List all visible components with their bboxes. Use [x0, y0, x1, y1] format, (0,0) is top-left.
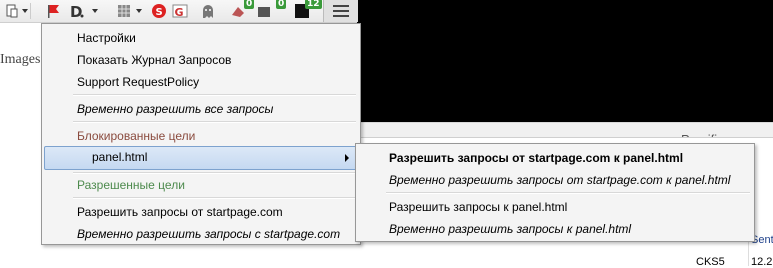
- menu-item-support[interactable]: Support RequestPolicy: [77, 75, 199, 89]
- svg-text:S: S: [156, 7, 163, 18]
- menu-separator: [73, 121, 356, 123]
- badge-count: 0: [244, 0, 255, 9]
- grid-icon[interactable]: [116, 3, 132, 19]
- menu-item-settings[interactable]: Настройки: [77, 31, 136, 45]
- ghost-icon[interactable]: [200, 3, 216, 19]
- flag-icon[interactable]: [45, 3, 61, 19]
- dark-window-area: [357, 0, 773, 122]
- page-text-images: Images: [0, 52, 41, 67]
- d-icon[interactable]: D: [69, 3, 85, 19]
- menu-button[interactable]: [323, 0, 358, 22]
- menu-item-blocked-panel[interactable]: panel.html: [44, 146, 358, 170]
- menu-header-blocked: Блокированные цели: [77, 129, 196, 143]
- menu-header-allowed: Разрешенные цели: [77, 178, 185, 192]
- stop-icon[interactable]: S: [151, 3, 167, 19]
- submenu-item-temp-allow-from-to[interactable]: Временно разрешить запросы от startpage.…: [389, 173, 730, 187]
- submenu-item-temp-allow-to[interactable]: Временно разрешить запросы к panel.html: [389, 222, 631, 236]
- submenu-item-allow-to[interactable]: Разрешить запросы к panel.html: [389, 200, 567, 214]
- cell-sent: 12.2: [751, 256, 773, 268]
- menu-item-allow-from-site[interactable]: Разрешить запросы от startpage.com: [77, 205, 283, 219]
- submenu-item-allow-from-to[interactable]: Разрешить запросы от startpage.com к pan…: [389, 151, 683, 165]
- submenu-separator: [386, 192, 750, 194]
- chevron-down-icon[interactable]: [22, 9, 28, 13]
- chevron-down-icon[interactable]: [136, 9, 142, 13]
- svg-text:G: G: [175, 6, 184, 19]
- svg-text:D: D: [70, 3, 82, 19]
- blocked-item-label: panel.html: [92, 150, 148, 164]
- menu-item-temp-allow-all[interactable]: Временно разрешить все запросы: [77, 102, 273, 116]
- menu-separator: [73, 172, 356, 174]
- menu-separator: [73, 197, 356, 199]
- menu-icon: [333, 5, 349, 17]
- cell-protocol: CKS5: [696, 256, 725, 268]
- page-icon[interactable]: [4, 3, 20, 19]
- blocked-submenu: Разрешить запросы от startpage.com к pan…: [355, 143, 755, 242]
- chevron-down-icon[interactable]: [92, 9, 98, 13]
- badge-count: 12: [305, 0, 322, 9]
- gmail-icon[interactable]: G: [172, 3, 188, 19]
- badge-count: 0: [276, 0, 287, 9]
- menu-item-temp-allow-from-site[interactable]: Временно разрешить запросы с startpage.c…: [77, 227, 340, 241]
- submenu-arrow-icon: [345, 154, 349, 162]
- toolbar-divider: [30, 3, 31, 19]
- puzzle-icon[interactable]: [256, 3, 272, 19]
- requestpolicy-menu: Настройки Показать Журнал Запросов Suppo…: [41, 23, 361, 245]
- menu-item-show-log[interactable]: Показать Журнал Запросов: [77, 53, 231, 67]
- browser-toolbar: D S G 0 0 12: [0, 0, 358, 23]
- menu-separator: [73, 94, 356, 96]
